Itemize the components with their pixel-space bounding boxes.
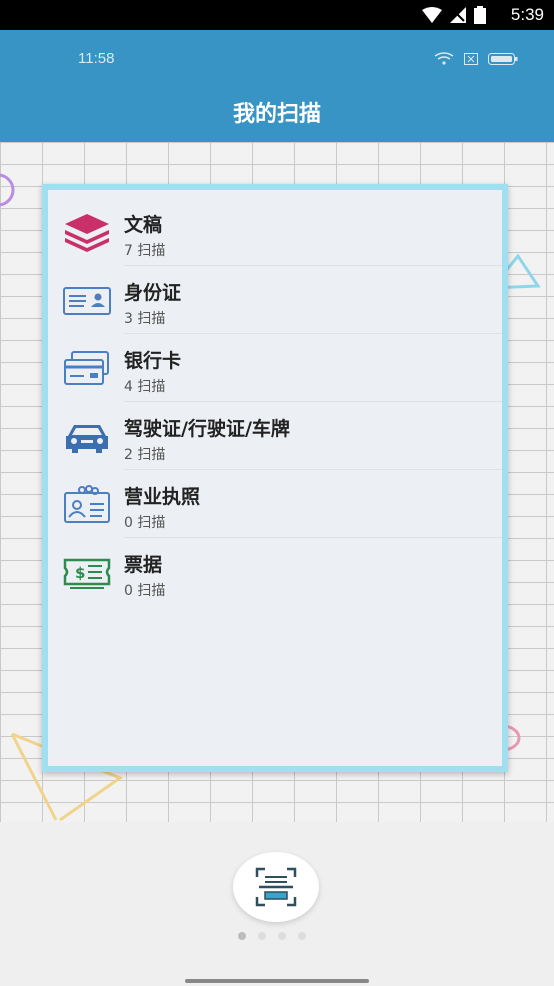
page-title: 我的扫描 bbox=[232, 102, 321, 127]
inner-status-icons bbox=[434, 52, 518, 66]
item-count: 3 扫描 bbox=[124, 311, 166, 327]
item-label: 驾驶证/行驶证/车牌 bbox=[124, 418, 290, 440]
list-item-bank-card[interactable]: 银行卡 4 扫描 bbox=[48, 334, 502, 402]
item-count: 2 扫描 bbox=[124, 447, 166, 463]
page-dot bbox=[258, 932, 266, 940]
item-label: 营业执照 bbox=[124, 486, 201, 508]
list-item-business-license[interactable]: 营业执照 0 扫描 bbox=[48, 470, 502, 538]
app-header: 11:58 我的扫描 bbox=[0, 30, 554, 142]
item-label: 身份证 bbox=[124, 282, 182, 304]
scan-icon bbox=[255, 867, 297, 907]
scan-category-card: 文稿 7 扫描 身份证 3 扫描 银行卡 4 扫描 驾驶证/行驶证/车牌 2 扫… bbox=[42, 184, 508, 772]
bank-card-icon bbox=[64, 351, 109, 385]
list-item-documents[interactable]: 文稿 7 扫描 bbox=[48, 198, 502, 266]
list-item-receipt[interactable]: $ 票据 0 扫描 bbox=[48, 538, 502, 606]
scan-button[interactable] bbox=[233, 852, 319, 922]
wifi-icon bbox=[422, 7, 442, 23]
wifi-icon bbox=[434, 52, 454, 65]
layers-icon bbox=[65, 214, 109, 252]
status-icons bbox=[422, 6, 486, 24]
item-label: 票据 bbox=[124, 554, 163, 576]
list-item-id-card[interactable]: 身份证 3 扫描 bbox=[48, 266, 502, 334]
item-count: 4 扫描 bbox=[124, 379, 166, 395]
list-item-driver-license[interactable]: 驾驶证/行驶证/车牌 2 扫描 bbox=[48, 402, 502, 470]
receipt-icon: $ bbox=[63, 558, 111, 589]
page-dot bbox=[298, 932, 306, 940]
item-count: 0 扫描 bbox=[124, 583, 166, 599]
item-count: 0 扫描 bbox=[124, 515, 166, 531]
svg-text:$: $ bbox=[75, 564, 85, 582]
status-bar: 5:39 bbox=[0, 0, 554, 30]
no-signal-icon bbox=[450, 7, 466, 23]
purple-circle-decoration bbox=[0, 173, 15, 207]
item-label: 文稿 bbox=[124, 214, 163, 236]
inner-status-time: 11:58 bbox=[78, 50, 115, 67]
item-label: 银行卡 bbox=[124, 350, 182, 372]
item-count: 7 扫描 bbox=[124, 243, 166, 259]
status-time: 5:39 bbox=[510, 5, 544, 24]
page-dot bbox=[238, 932, 246, 940]
business-license-icon bbox=[64, 485, 110, 523]
car-icon bbox=[66, 425, 108, 453]
battery-icon bbox=[474, 6, 486, 24]
home-indicator[interactable] bbox=[185, 979, 369, 983]
id-card-icon bbox=[63, 287, 111, 315]
sim-icon bbox=[464, 53, 478, 65]
page-dot bbox=[278, 932, 286, 940]
page-indicator bbox=[238, 932, 306, 940]
battery-icon bbox=[488, 53, 518, 65]
